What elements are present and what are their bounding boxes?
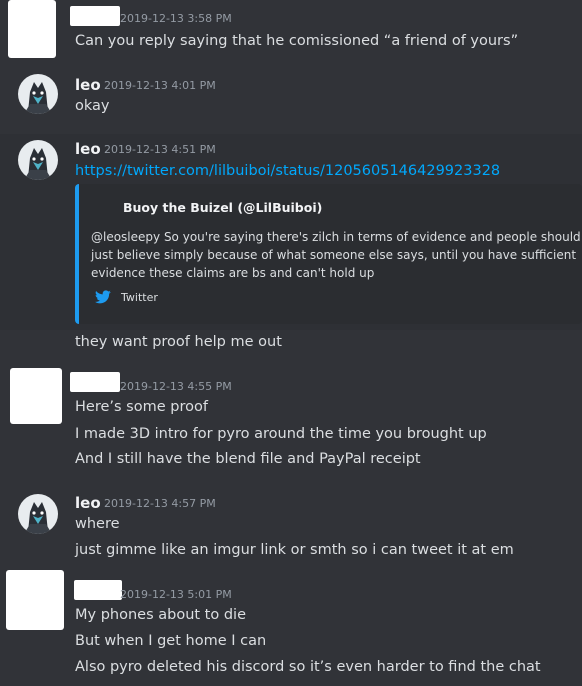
wolf-avatar-icon — [18, 74, 58, 114]
embed-description-line: @leosleepy So you're saying there's zilc… — [91, 230, 581, 244]
wolf-avatar-icon — [18, 140, 58, 180]
message-group: 2019-12-13 5:01 PM My phones about to di… — [0, 570, 582, 686]
message-group: 2019-12-13 3:58 PM Can you reply saying … — [0, 0, 582, 60]
message-text: Here’s some proof — [75, 399, 208, 415]
message-text: Also pyro deleted his discord so it’s ev… — [75, 659, 541, 675]
timestamp: 2019-12-13 3:58 PM — [120, 12, 232, 25]
author-name[interactable]: leo — [75, 494, 101, 512]
author-name[interactable]: leo — [75, 140, 101, 158]
avatar[interactable] — [10, 368, 62, 424]
message-text: But when I get home I can — [75, 633, 267, 649]
avatar[interactable] — [8, 0, 56, 58]
embed-footer: Twitter — [95, 290, 158, 304]
message-text: I made 3D intro for pyro around the time… — [75, 426, 487, 442]
message-text: My phones about to die — [75, 607, 247, 623]
message-group: leo 2019-12-13 4:51 PM https://twitter.c… — [0, 134, 582, 356]
embed-author[interactable]: Buoy the Buizel (@LilBuiboi) — [123, 200, 322, 215]
embed-description-line: evidence these claims are bs and can't h… — [91, 266, 375, 280]
message-group: leo 2019-12-13 4:57 PM where just gimme … — [0, 488, 582, 568]
message-text: And I still have the blend file and PayP… — [75, 451, 421, 467]
timestamp: 2019-12-13 4:55 PM — [120, 380, 232, 393]
twitter-bird-icon — [95, 290, 111, 304]
embed-description: @leosleepy So you're saying there's zilc… — [91, 228, 581, 282]
message-text: where — [75, 516, 120, 532]
author-name[interactable]: leo — [75, 76, 101, 94]
author-name-redacted[interactable] — [70, 372, 120, 392]
message-group: 2019-12-13 4:55 PM Here’s some proof I m… — [0, 366, 582, 476]
avatar[interactable] — [18, 140, 58, 180]
wolf-avatar-icon — [18, 494, 58, 534]
message-text: they want proof help me out — [75, 334, 282, 350]
timestamp: 2019-12-13 4:01 PM — [104, 79, 216, 92]
timestamp: 2019-12-13 4:57 PM — [104, 497, 216, 510]
tweet-link[interactable]: https://twitter.com/lilbuiboi/status/120… — [75, 163, 500, 179]
timestamp: 2019-12-13 5:01 PM — [120, 588, 232, 601]
message-text: just gimme like an imgur link or smth so… — [75, 542, 514, 558]
author-name-redacted[interactable] — [70, 6, 120, 26]
message-text: okay — [75, 98, 110, 114]
embed-description-line: just believe simply because of what some… — [91, 248, 577, 262]
message-text: Can you reply saying that he comissioned… — [75, 33, 519, 49]
author-name-redacted[interactable] — [74, 580, 122, 600]
timestamp: 2019-12-13 4:51 PM — [104, 143, 216, 156]
message-group: leo 2019-12-13 4:01 PM okay — [0, 66, 582, 126]
embed-footer-text: Twitter — [121, 290, 158, 304]
avatar[interactable] — [6, 570, 64, 630]
twitter-embed: Buoy the Buizel (@LilBuiboi) @leosleepy … — [75, 184, 582, 324]
avatar[interactable] — [18, 494, 58, 534]
avatar[interactable] — [18, 74, 58, 114]
